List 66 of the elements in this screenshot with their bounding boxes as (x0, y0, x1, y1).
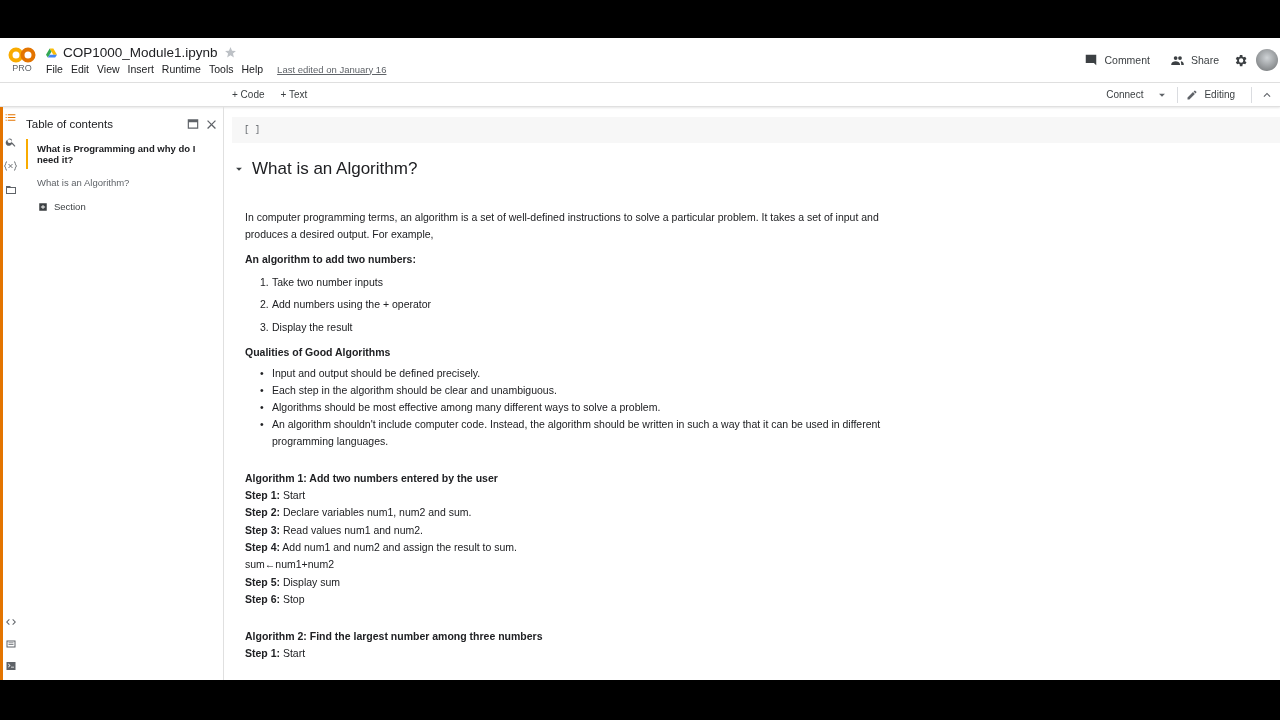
comment-icon[interactable] (1084, 53, 1099, 67)
section-heading: What is an Algorithm? (252, 159, 418, 179)
variables-icon[interactable] (4, 160, 17, 172)
list-item: Take two number inputs (272, 274, 383, 290)
bullet: • (260, 399, 265, 415)
menu-item[interactable]: File (46, 63, 63, 75)
code-icon[interactable] (4, 616, 17, 628)
step-line: Step 5: Display sum (245, 574, 342, 590)
terminal-icon[interactable] (4, 660, 17, 672)
pro-label: PRO (12, 63, 32, 73)
step-line: Step 2: Declare variables num1, num2 and sum. (245, 505, 473, 521)
panel-title: Table of contents (26, 118, 113, 130)
bullet: • (260, 365, 265, 381)
step-line: Step 6: Stop (245, 591, 306, 607)
menu-item[interactable]: View (97, 63, 120, 75)
comment-button[interactable]: Comment (1078, 51, 1156, 69)
logo-icon[interactable] (8, 47, 36, 63)
editing-button[interactable]: Editing (1202, 87, 1243, 102)
folder-icon[interactable] (4, 184, 17, 196)
list-item: Each step in the algorithm should be clear and unambiguous. (272, 382, 557, 398)
section-button[interactable]: Section (32, 200, 92, 213)
toc-item[interactable]: What is an Algorithm? (26, 173, 223, 192)
notebook-title[interactable]: COP1000_Module1.ipynb (63, 45, 218, 60)
add-code-button[interactable]: + Code (224, 87, 273, 102)
open-window-icon[interactable] (186, 116, 200, 131)
toc-item[interactable]: What is Programming and why do I need it? (26, 139, 223, 169)
drive-icon[interactable] (46, 47, 57, 58)
paragraph: In computer programming terms, an algorithm is a set of well-defined instructions to solve a particular problem. It takes a set of input and produces a desired output. For example, (245, 210, 880, 242)
bullet: • (260, 416, 265, 432)
bullet: • (260, 382, 265, 398)
menu-item[interactable]: Insert (127, 63, 154, 75)
command-palette-icon[interactable] (4, 638, 17, 650)
run-brackets[interactable]: [ ] (244, 125, 261, 135)
list-number: 2. (260, 297, 270, 313)
search-icon[interactable] (4, 136, 17, 148)
list-item: Input and output should be defined precisely. (272, 365, 481, 381)
list-number: 3. (260, 319, 270, 335)
pencil-icon[interactable] (1186, 88, 1199, 101)
menu-item[interactable]: Runtime (161, 63, 201, 75)
menu-item[interactable]: Edit (70, 63, 89, 75)
last-edited-link[interactable]: Last edited on January 16 (277, 63, 387, 75)
algorithm-title: Algorithm 1: Add two numbers entered by the user (245, 470, 499, 486)
algorithm-title: Algorithm 2: Find the largest number among three numbers (245, 629, 544, 645)
toc-icon[interactable] (4, 111, 17, 124)
menu-item[interactable]: Tools (208, 63, 234, 75)
plus-box-icon[interactable] (38, 201, 48, 212)
list-item: Add numbers using the + operator (272, 297, 432, 313)
list-item: An algorithm shouldn't include computer code. Instead, the algorithm should be written in such a way that it can be used in different programming languages. (272, 416, 882, 449)
menu-item[interactable]: Help (241, 63, 264, 75)
code-cell[interactable]: [ ] (232, 117, 1280, 143)
step-line: Step 4: Add num1 and num2 and assign the result to sum. (245, 539, 518, 555)
add-text-button[interactable]: + Text (272, 87, 316, 102)
list-item: Algorithms should be most effective among many different ways to solve a problem. (272, 399, 661, 415)
settings-icon[interactable] (1233, 52, 1248, 68)
share-button[interactable]: Share (1163, 50, 1225, 70)
list-number: 1. (260, 274, 270, 290)
step-line: sum←num1+num2 (245, 557, 335, 573)
step-line: Step 1: Start (245, 646, 307, 662)
avatar[interactable] (1256, 49, 1278, 71)
bold-heading: An algorithm to add two numbers: (245, 252, 417, 267)
list-item: Display the result (272, 319, 353, 335)
star-icon[interactable] (223, 46, 237, 59)
step-line: Step 3: Read values num1 and num2. (245, 522, 425, 538)
bold-heading: Qualities of Good Algorithms (245, 344, 392, 360)
step-line: Step 1: Start (245, 488, 307, 504)
connect-button[interactable]: Connect (1098, 87, 1152, 102)
